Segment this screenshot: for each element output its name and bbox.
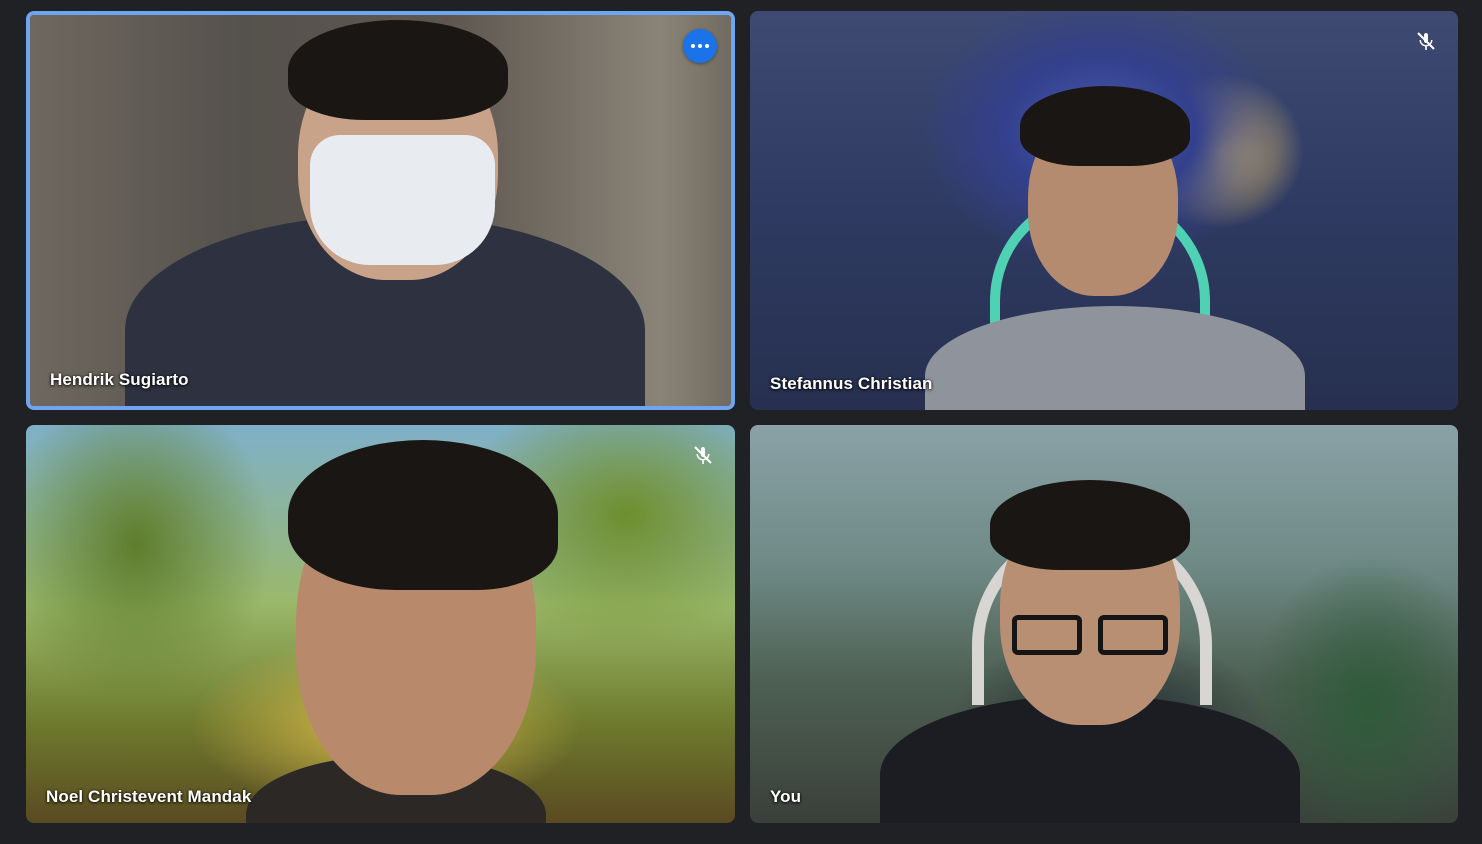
participant-tile-you[interactable]: You bbox=[750, 425, 1458, 823]
participant-tile-stefannus[interactable]: Stefannus Christian bbox=[750, 11, 1458, 410]
participant-video bbox=[750, 425, 1458, 823]
participant-name: Stefannus Christian bbox=[770, 374, 933, 393]
participant-tile-hendrik[interactable]: Hendrik Sugiarto bbox=[26, 11, 735, 410]
participant-name: You bbox=[770, 787, 802, 806]
mic-off-icon bbox=[694, 446, 712, 464]
participant-name: Hendrik Sugiarto bbox=[50, 370, 189, 389]
participant-silhouette bbox=[26, 425, 735, 823]
participant-video bbox=[30, 15, 731, 406]
more-options-button[interactable] bbox=[683, 29, 717, 63]
participant-silhouette bbox=[750, 11, 1458, 410]
participant-video bbox=[26, 425, 735, 823]
participant-grid: Hendrik Sugiarto Stefannus Christian Noe… bbox=[0, 0, 1482, 844]
participant-tile-noel[interactable]: Noel Christevent Mandak bbox=[26, 425, 735, 823]
participant-video bbox=[750, 11, 1458, 410]
participant-silhouette bbox=[30, 15, 731, 406]
participant-name: Noel Christevent Mandak bbox=[46, 787, 252, 806]
mic-off-icon bbox=[1417, 32, 1435, 50]
more-horiz-icon bbox=[691, 44, 695, 48]
participant-silhouette bbox=[750, 425, 1458, 823]
